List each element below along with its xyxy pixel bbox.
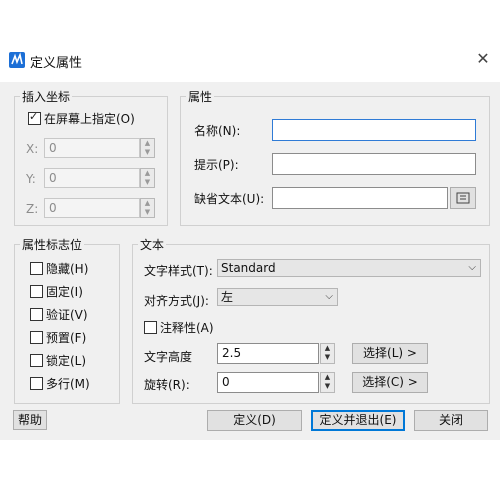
flag-preset-label: 预置(F) — [46, 331, 87, 345]
x-label: X: — [26, 142, 39, 156]
default-label: 缺省文本(U): — [194, 192, 265, 206]
select-rotation-button[interactable]: 选择(C) > — [352, 372, 428, 393]
flag-constant-label: 固定(I) — [46, 285, 83, 299]
text-legend: 文本 — [138, 236, 167, 253]
text-height-label: 文字高度 — [144, 350, 193, 364]
flag-multiline-label: 多行(M) — [46, 377, 90, 391]
close-button[interactable]: 关闭 — [414, 410, 488, 431]
y-field[interactable]: 0 — [44, 168, 140, 188]
help-button[interactable]: 帮助 — [13, 410, 47, 430]
justify-value: 左 — [221, 290, 234, 304]
chevron-down-icon: ⌵ — [325, 291, 333, 302]
attribute-legend: 属性 — [186, 88, 215, 105]
justify-label: 对齐方式(J): — [144, 294, 209, 308]
define-and-exit-button[interactable]: 定义并退出(E) — [311, 410, 405, 431]
annotative-checkbox[interactable] — [144, 321, 157, 334]
z-spinner[interactable]: ▲ ▼ — [140, 198, 155, 218]
z-field[interactable]: 0 — [44, 198, 140, 218]
flag-lock-checkbox[interactable] — [30, 354, 43, 367]
text-height-field[interactable]: 2.5 — [217, 343, 319, 364]
tag-field[interactable] — [272, 119, 476, 141]
text-style-select[interactable]: Standard ⌵ — [217, 259, 481, 277]
window-title: 定义属性 — [30, 56, 83, 71]
rotation-spinner[interactable]: ▲ ▼ — [320, 372, 335, 393]
define-button[interactable]: 定义(D) — [207, 410, 302, 431]
app-icon — [9, 52, 25, 68]
flag-verify-label: 验证(V) — [46, 308, 88, 322]
text-style-label: 文字样式(T): — [144, 264, 213, 278]
default-field[interactable] — [272, 187, 448, 209]
text-style-value: Standard — [221, 261, 276, 275]
field-icon — [456, 192, 470, 204]
flags-legend: 属性标志位 — [20, 236, 85, 253]
rotation-label: 旋转(R): — [144, 378, 190, 392]
flag-verify-checkbox[interactable] — [30, 308, 43, 321]
rotation-field[interactable]: 0 — [217, 372, 319, 393]
close-icon[interactable]: ✕ — [474, 50, 492, 68]
prompt-label: 提示(P): — [194, 158, 239, 172]
z-label: Z: — [26, 202, 39, 216]
on-screen-checkbox[interactable] — [28, 110, 41, 125]
flag-lock-label: 锁定(L) — [46, 354, 87, 368]
flag-multiline-checkbox[interactable] — [30, 377, 43, 390]
y-spinner[interactable]: ▲ ▼ — [140, 168, 155, 188]
flag-hidden-label: 隐藏(H) — [46, 262, 89, 276]
insert-point-legend: 插入坐标 — [20, 88, 73, 105]
annotative-label: 注释性(A) — [160, 321, 214, 335]
prompt-field[interactable] — [272, 153, 476, 175]
on-screen-label: 在屏幕上指定(O) — [44, 112, 135, 126]
flag-constant-checkbox[interactable] — [30, 285, 43, 298]
tag-label: 名称(N): — [194, 124, 241, 138]
flag-hidden-checkbox[interactable] — [30, 262, 43, 275]
flag-preset-checkbox[interactable] — [30, 331, 43, 344]
chevron-down-icon: ⌵ — [468, 262, 476, 273]
text-height-spinner[interactable]: ▲ ▼ — [320, 343, 335, 364]
select-height-button[interactable]: 选择(L) > — [352, 343, 428, 364]
x-field[interactable]: 0 — [44, 138, 140, 158]
x-spinner[interactable]: ▲ ▼ — [140, 138, 155, 158]
insert-field-button[interactable] — [450, 187, 476, 209]
justify-select[interactable]: 左 ⌵ — [217, 288, 338, 306]
y-label: Y: — [26, 172, 36, 186]
